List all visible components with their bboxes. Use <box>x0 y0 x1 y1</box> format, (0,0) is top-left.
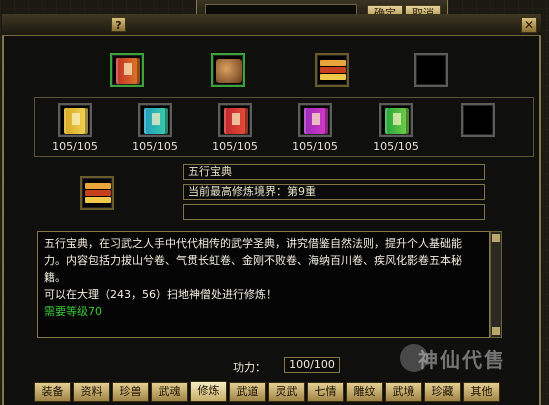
tab-cultivation[interactable]: 修炼 <box>190 381 227 402</box>
book-stack-icon <box>320 58 346 84</box>
book-slot-3[interactable] <box>218 103 252 137</box>
top-slot-4-empty[interactable] <box>414 53 448 87</box>
tab-profile[interactable]: 资料 <box>73 382 110 402</box>
tab-equipment[interactable]: 装备 <box>34 382 71 402</box>
cyan-book-icon <box>144 108 168 134</box>
book-count-2: 105/105 <box>132 140 178 153</box>
book-slot-1[interactable] <box>58 103 92 137</box>
book-slot-5[interactable] <box>379 103 413 137</box>
tab-other[interactable]: 其他 <box>463 382 500 402</box>
book-count-1: 105/105 <box>52 140 98 153</box>
tab-seven-emotions[interactable]: 七情 <box>307 382 344 402</box>
description-location: 可以在大理（243，56）扫地神僧处进行修炼！ <box>44 288 277 301</box>
magenta-book-icon <box>304 108 328 134</box>
selected-item-extra <box>183 204 485 220</box>
book-icon <box>116 58 140 84</box>
tab-martial-way[interactable]: 武道 <box>229 382 266 402</box>
description-body: 五行宝典，在习武之人手中代代相传的武学圣典，讲究借鉴自然法则，提升个人基础能力。… <box>44 237 462 284</box>
book-count-4: 105/105 <box>292 140 338 153</box>
top-slot-2[interactable] <box>211 53 245 87</box>
tab-spirit-weapon[interactable]: 灵武 <box>268 382 305 402</box>
tab-collection[interactable]: 珍藏 <box>424 382 461 402</box>
tab-engraving[interactable]: 雕纹 <box>346 382 383 402</box>
tab-martial-realm[interactable]: 武境 <box>385 382 422 402</box>
scroll-down-icon[interactable] <box>492 327 500 335</box>
panel-title-strip <box>2 14 541 36</box>
green-book-icon <box>385 108 409 134</box>
book-slot-4[interactable] <box>298 103 332 137</box>
selected-book-stack-icon <box>85 181 111 207</box>
book-count-5: 105/105 <box>373 140 419 153</box>
close-button[interactable]: ✕ <box>521 17 537 33</box>
tab-pets[interactable]: 珍兽 <box>112 382 149 402</box>
book-slot-2[interactable] <box>138 103 172 137</box>
selected-item-slot[interactable] <box>80 176 114 210</box>
book-row-frame <box>34 97 534 157</box>
power-label: 功力： <box>233 361 266 374</box>
scroll-bundle-icon <box>216 59 242 83</box>
top-slot-3[interactable] <box>315 53 349 87</box>
book-count-3: 105/105 <box>212 140 258 153</box>
description-requirement: 需要等级70 <box>44 305 102 318</box>
top-slot-1[interactable] <box>110 53 144 87</box>
watermark-text: 神仙代售 <box>418 348 506 372</box>
scroll-up-icon[interactable] <box>492 234 500 242</box>
selected-item-realm: 当前最高修炼境界：第9重 <box>183 184 485 200</box>
description-box: 五行宝典，在习武之人手中代代相传的武学圣典，讲究借鉴自然法则，提升个人基础能力。… <box>37 231 490 338</box>
selected-item-name: 五行宝典 <box>183 164 485 180</box>
yellow-book-icon <box>64 108 88 134</box>
description-scrollbar[interactable] <box>490 231 502 338</box>
red-book-icon <box>224 108 248 134</box>
power-value: 100/100 <box>284 357 340 373</box>
book-slot-6-empty[interactable] <box>461 103 495 137</box>
tab-martial-soul[interactable]: 武魂 <box>151 382 188 402</box>
help-button[interactable]: ? <box>111 17 126 32</box>
